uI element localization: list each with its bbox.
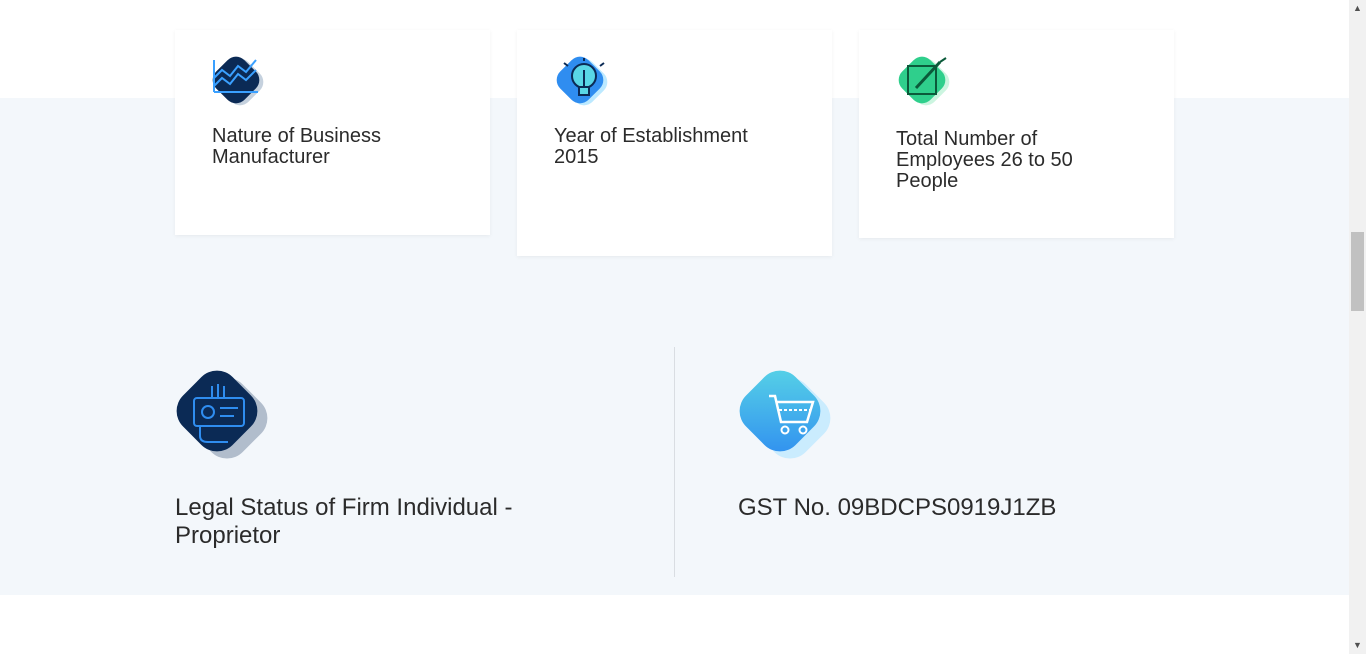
card-total-employees: Total Number of Employees 26 to 50 Peopl… bbox=[859, 30, 1174, 238]
page: Nature of Business Manufacturer Year of … bbox=[0, 0, 1349, 654]
card-year-of-establishment: Year of Establishment 2015 bbox=[517, 30, 832, 256]
chart-icon bbox=[212, 56, 266, 106]
divider bbox=[674, 347, 675, 577]
scroll-up-arrow-icon[interactable]: ▲ bbox=[1349, 0, 1366, 17]
card-nature-of-business: Nature of Business Manufacturer bbox=[175, 30, 490, 235]
scrollbar-thumb[interactable] bbox=[1351, 232, 1364, 311]
gst-number-text: GST No. 09BDCPS0919J1ZB bbox=[738, 494, 1057, 521]
legal-status-text: Legal Status of Firm Individual - Propri… bbox=[175, 494, 513, 549]
id-card-hand-icon bbox=[172, 366, 282, 466]
card-label: Total Number of Employees 26 to 50 Peopl… bbox=[896, 128, 1073, 192]
shopping-cart-icon bbox=[735, 366, 845, 466]
edit-note-icon bbox=[896, 56, 950, 106]
card-label: Nature of Business Manufacturer bbox=[212, 125, 381, 168]
vertical-scrollbar[interactable]: ▲ ▼ bbox=[1349, 0, 1366, 654]
card-label: Year of Establishment 2015 bbox=[554, 125, 748, 168]
lightbulb-icon bbox=[554, 56, 608, 106]
scroll-down-arrow-icon[interactable]: ▼ bbox=[1349, 637, 1366, 654]
